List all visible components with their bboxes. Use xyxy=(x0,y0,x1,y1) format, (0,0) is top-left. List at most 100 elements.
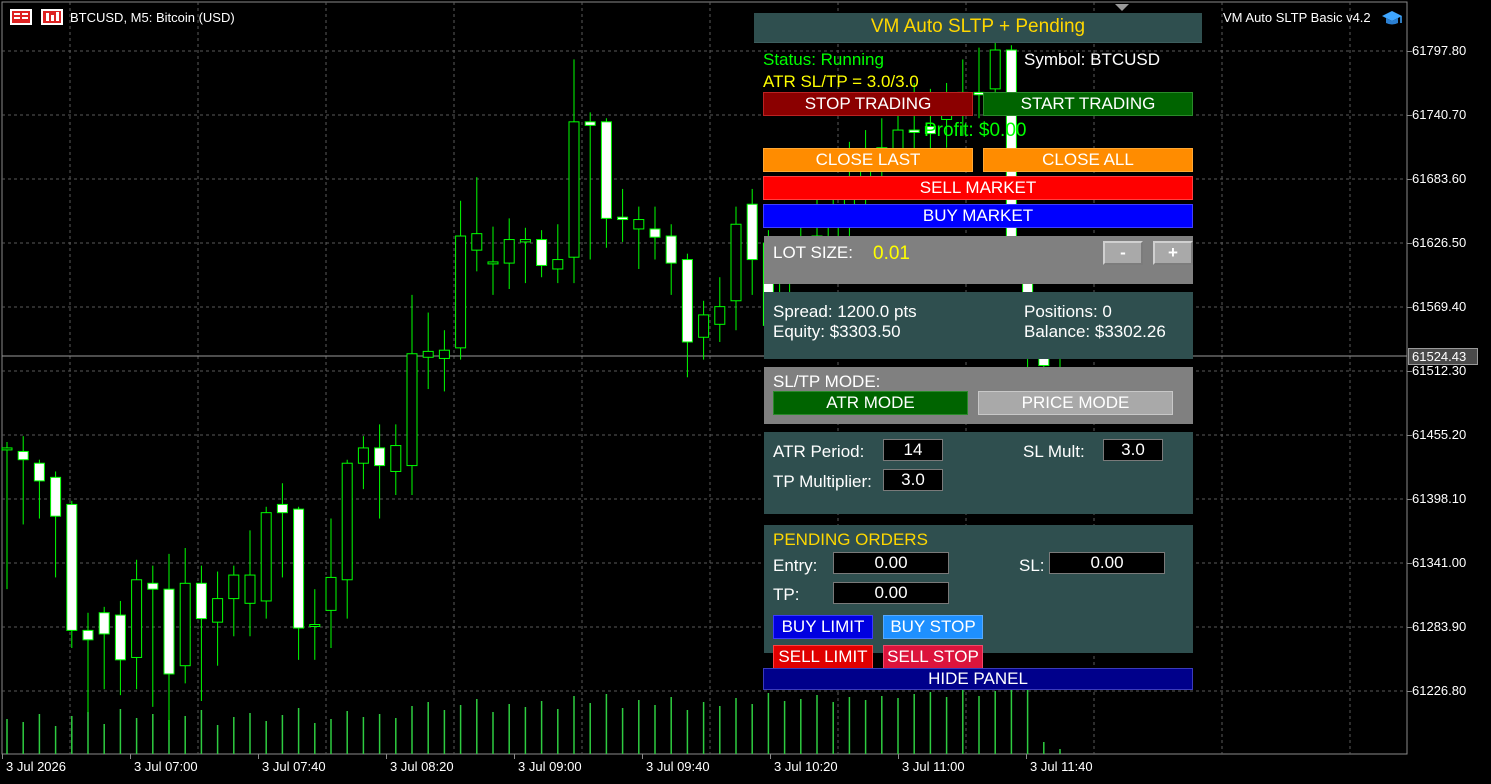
tp-mult-input[interactable]: 3.0 xyxy=(883,469,943,491)
time-axis-label: 3 Jul 2026 xyxy=(6,759,66,774)
time-axis-label: 3 Jul 11:40 xyxy=(1030,759,1093,774)
candle-body xyxy=(455,235,467,349)
price-axis-label: 61226.80 xyxy=(1412,683,1467,698)
candle-body xyxy=(66,503,78,631)
time-axis-label: 3 Jul 09:40 xyxy=(646,759,710,774)
sltp-mode-label: SL/TP MODE: xyxy=(773,372,881,391)
close-last-button[interactable]: CLOSE LAST xyxy=(763,148,973,172)
candle-body xyxy=(374,447,386,467)
graduation-cap-icon xyxy=(1381,9,1403,27)
time-axis-tick xyxy=(642,754,643,759)
tp-mult-label: TP Multiplier: xyxy=(773,472,872,491)
price-chart[interactable] xyxy=(0,0,1491,784)
candle-body xyxy=(357,447,369,464)
buy-limit-button[interactable]: BUY LIMIT xyxy=(773,615,873,639)
lot-size-value: 0.01 xyxy=(873,243,910,264)
positions-text: Positions: 0 xyxy=(1024,302,1112,321)
candle-body xyxy=(568,121,580,258)
profit-text: Profit: $0.00 xyxy=(924,120,1027,141)
equity-text: Equity: $3303.50 xyxy=(773,322,901,341)
chart-shift-marker[interactable] xyxy=(1115,4,1129,11)
symbol-text: Symbol: BTCUSD xyxy=(1024,50,1161,69)
candle-body xyxy=(714,306,726,325)
chart-type-icon[interactable] xyxy=(41,9,63,25)
candle-body xyxy=(617,216,629,221)
time-axis-label: 3 Jul 08:20 xyxy=(390,759,454,774)
time-axis-label: 3 Jul 07:00 xyxy=(134,759,198,774)
close-all-button[interactable]: CLOSE ALL xyxy=(983,148,1193,172)
candle-body xyxy=(406,353,418,467)
candle-body xyxy=(98,612,110,635)
candle-body xyxy=(244,574,256,604)
atr-mode-button[interactable]: ATR MODE xyxy=(773,391,968,415)
candle-body xyxy=(584,121,596,126)
price-axis-label: 61455.20 xyxy=(1412,427,1467,442)
atr-sltp-text: ATR SL/TP = 3.0/3.0 xyxy=(763,72,919,91)
price-axis-label: 61512.30 xyxy=(1412,363,1467,378)
stop-trading-button[interactable]: STOP TRADING xyxy=(763,92,973,116)
lot-decrease-button[interactable]: - xyxy=(1103,241,1143,265)
time-axis-label: 3 Jul 07:40 xyxy=(262,759,326,774)
candle-body xyxy=(390,445,402,472)
sell-stop-button[interactable]: SELL STOP xyxy=(883,645,983,669)
candle-body xyxy=(698,314,710,338)
candle-body xyxy=(325,576,337,611)
candle-body xyxy=(552,259,564,270)
candle-body xyxy=(908,129,920,133)
buy-market-button[interactable]: BUY MARKET xyxy=(763,204,1193,228)
panel-title[interactable]: VM Auto SLTP + Pending xyxy=(754,13,1202,43)
atr-period-label: ATR Period: xyxy=(773,442,865,461)
candle-body xyxy=(438,349,450,359)
price-axis-label: 61740.70 xyxy=(1412,107,1467,122)
candle-body xyxy=(503,239,515,264)
lot-increase-button[interactable]: + xyxy=(1153,241,1193,265)
tp-input[interactable]: 0.00 xyxy=(833,582,949,604)
candle-body xyxy=(17,450,29,461)
price-axis-label: 61569.40 xyxy=(1412,299,1467,314)
lot-size-label: LOT SIZE: xyxy=(773,243,853,262)
current-price-label: 61524.43 xyxy=(1408,348,1478,365)
entry-label: Entry: xyxy=(773,556,818,575)
candle-body xyxy=(131,579,143,658)
candle-body xyxy=(260,512,272,602)
time-axis-tick xyxy=(770,754,771,759)
chart-menu-icon[interactable] xyxy=(10,9,32,25)
sell-limit-button[interactable]: SELL LIMIT xyxy=(773,645,873,669)
status-text: Status: Running xyxy=(763,50,884,69)
candle-body xyxy=(633,219,645,230)
sl-mult-label: SL Mult: xyxy=(1023,442,1085,461)
time-axis-label: 3 Jul 09:00 xyxy=(518,759,582,774)
sl-mult-input[interactable]: 3.0 xyxy=(1103,439,1163,461)
chart-symbol-title: BTCUSD, M5: Bitcoin (USD) xyxy=(70,10,235,25)
candle-body xyxy=(471,233,483,251)
atr-period-input[interactable]: 14 xyxy=(883,439,943,461)
candle-body xyxy=(519,239,531,243)
price-axis-label: 61626.50 xyxy=(1412,235,1467,250)
time-axis-tick xyxy=(1026,754,1027,759)
candle-body xyxy=(309,624,321,628)
candle-body xyxy=(82,629,94,641)
start-trading-button[interactable]: START TRADING xyxy=(983,92,1193,116)
candle-body xyxy=(33,462,45,482)
candle-body xyxy=(341,462,353,581)
candle-body xyxy=(487,261,499,265)
candle-body xyxy=(681,259,693,343)
candle-body xyxy=(195,582,207,620)
candle-body xyxy=(179,582,191,667)
time-axis-tick xyxy=(386,754,387,759)
price-mode-button[interactable]: PRICE MODE xyxy=(978,391,1173,415)
candle-body xyxy=(276,503,288,514)
ea-title: VM Auto SLTP Basic v4.2 xyxy=(1223,10,1371,25)
time-axis-label: 3 Jul 11:00 xyxy=(902,759,965,774)
sell-market-button[interactable]: SELL MARKET xyxy=(763,176,1193,200)
hide-panel-button[interactable]: HIDE PANEL xyxy=(763,668,1193,690)
balance-text: Balance: $3302.26 xyxy=(1024,322,1166,341)
entry-input[interactable]: 0.00 xyxy=(833,552,949,574)
buy-stop-button[interactable]: BUY STOP xyxy=(883,615,983,639)
price-axis-label: 61341.00 xyxy=(1412,555,1467,570)
time-axis-tick xyxy=(514,754,515,759)
sl-input[interactable]: 0.00 xyxy=(1049,552,1165,574)
candle-body xyxy=(114,614,126,661)
pending-orders-title: PENDING ORDERS xyxy=(773,530,928,549)
price-axis-label: 61398.10 xyxy=(1412,491,1467,506)
